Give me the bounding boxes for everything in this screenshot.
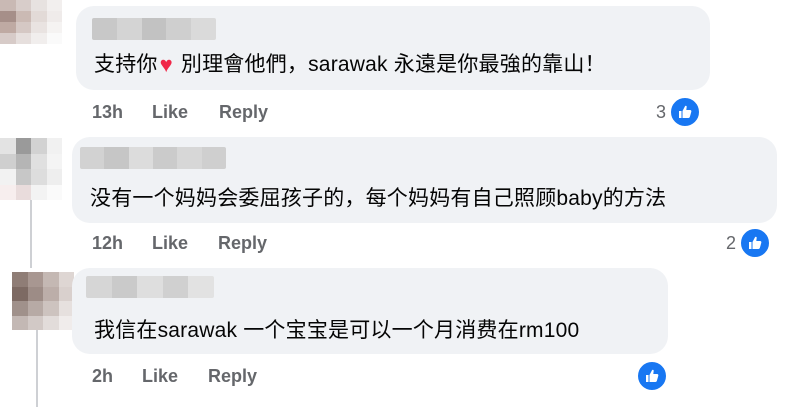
commenter-name[interactable]: [80, 147, 226, 169]
comment-text: 没有一个妈妈会委屈孩子的，每个妈妈有自己照顾baby的方法: [90, 187, 667, 210]
thumbs-up-icon: [636, 360, 668, 392]
comment-text: 支持你♥ 別理會他們，sarawak 永遠是你最強的靠山！: [94, 48, 606, 78]
timestamp[interactable]: 12h: [92, 233, 123, 254]
heart-icon: ♥: [159, 52, 173, 77]
thumbs-up-icon: [739, 227, 772, 259]
comment-text-part: 支持你: [94, 53, 158, 76]
comment-bubble: 支持你♥ 別理會他們，sarawak 永遠是你最強的靠山！: [76, 6, 710, 90]
comment-thread: 支持你♥ 別理會他們，sarawak 永遠是你最強的靠山！ 13h Like R…: [0, 0, 800, 407]
timestamp[interactable]: 2h: [92, 366, 113, 387]
reaction-summary[interactable]: 3: [656, 96, 702, 128]
like-button[interactable]: Like: [152, 233, 188, 254]
reply-button[interactable]: Reply: [219, 102, 268, 123]
reaction-count: 2: [726, 232, 737, 253]
commenter-name[interactable]: [86, 276, 214, 298]
avatar[interactable]: [12, 272, 74, 330]
commenter-name[interactable]: [92, 18, 216, 40]
comment-text: 我信在sarawak 一个宝宝是可以一个月消费在rm100: [94, 319, 580, 342]
timestamp[interactable]: 13h: [92, 102, 123, 123]
thread-line: [36, 330, 38, 407]
comment-text-part: 別理會他們，sarawak 永遠是你最強的靠山！: [174, 53, 606, 76]
reaction-summary[interactable]: 2: [726, 227, 772, 259]
like-button[interactable]: Like: [152, 102, 188, 123]
like-button[interactable]: Like: [142, 366, 178, 387]
reaction-summary[interactable]: [636, 360, 668, 392]
avatar[interactable]: [0, 138, 62, 200]
reply-button[interactable]: Reply: [218, 233, 267, 254]
thread-line: [30, 200, 32, 268]
thumbs-up-icon: [669, 96, 702, 128]
reaction-count: 3: [656, 101, 667, 122]
avatar[interactable]: [0, 0, 62, 44]
reply-button[interactable]: Reply: [208, 366, 257, 387]
comment-bubble: 没有一个妈妈会委屈孩子的，每个妈妈有自己照顾baby的方法: [72, 137, 777, 223]
comment-bubble: 我信在sarawak 一个宝宝是可以一个月消费在rm100: [72, 268, 668, 354]
